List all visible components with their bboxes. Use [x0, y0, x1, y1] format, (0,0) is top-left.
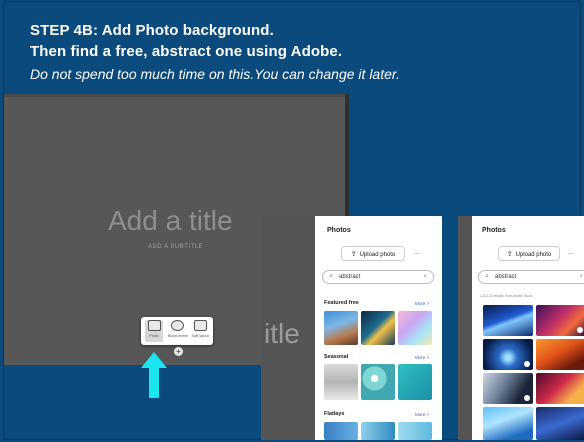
- title-placeholder-fragment: itle: [264, 318, 300, 349]
- search-value: abstract: [495, 274, 517, 280]
- section-heading-featured: Featured free: [324, 300, 359, 306]
- photo-thumbnail[interactable]: [536, 373, 584, 404]
- instruction-heading: STEP 4B: Add Photo background.: [30, 22, 274, 39]
- clear-icon[interactable]: ×: [423, 271, 427, 283]
- video-badge-icon: [524, 395, 530, 401]
- photo-thumbnail[interactable]: [483, 305, 533, 336]
- photo-thumbnail[interactable]: [361, 311, 395, 345]
- layout-icon: [193, 320, 207, 331]
- more-options-button[interactable]: ...: [414, 249, 420, 256]
- upload-label: Upload photo: [515, 252, 552, 258]
- photo-icon: [147, 320, 161, 331]
- canvas-top-edge: [4, 94, 349, 97]
- search-icon: ⌕: [485, 273, 489, 280]
- photo-thumbnail[interactable]: [324, 364, 358, 400]
- upload-icon: ⇪: [350, 251, 357, 258]
- theme-icon: [170, 320, 184, 331]
- upload-photo-button[interactable]: ⇪ Upload photo: [341, 246, 405, 261]
- search-icon: ⌕: [329, 273, 333, 280]
- video-badge-icon: [577, 327, 583, 333]
- brand-theme-button[interactable]: Brand theme: [168, 320, 189, 338]
- brand-theme-label: Brand theme: [168, 334, 189, 338]
- background-toolbar: Photo Brand theme Split layout: [141, 317, 213, 345]
- section-heading-flatlays: Flatlays: [324, 411, 345, 417]
- photo-thumbnail[interactable]: [536, 407, 584, 440]
- photo-thumbnail[interactable]: [398, 311, 432, 345]
- clear-icon[interactable]: ×: [579, 271, 583, 283]
- title-placeholder[interactable]: Add a title: [108, 205, 233, 237]
- photos-panel-results: Photos ⇪ Upload photo ... ⌕ abstract × 12…: [458, 216, 584, 440]
- panel-backdrop: [458, 216, 472, 440]
- split-layout-button[interactable]: Split layout: [191, 320, 209, 338]
- seasonal-more-link[interactable]: More >: [415, 355, 429, 360]
- instruction-note: Do not spend too much time on this.You c…: [30, 66, 400, 82]
- search-input[interactable]: ⌕ abstract ×: [478, 270, 584, 284]
- upload-photo-button[interactable]: ⇪ Upload photo: [498, 246, 560, 261]
- results-count: 123,123 results from Adobe Stock: [480, 294, 533, 298]
- search-input[interactable]: ⌕ abstract ×: [322, 270, 434, 284]
- photo-thumbnail[interactable]: [398, 422, 432, 440]
- video-badge-icon: [524, 361, 530, 367]
- photo-thumbnail[interactable]: [536, 339, 584, 370]
- photo-thumbnail[interactable]: [483, 407, 533, 440]
- panel-title: Photos: [482, 227, 506, 234]
- photo-thumbnail[interactable]: [324, 311, 358, 345]
- photo-button[interactable]: Photo: [145, 320, 163, 342]
- upload-label: Upload photo: [359, 252, 396, 258]
- photo-thumbnail[interactable]: [398, 364, 432, 400]
- photo-button-label: Photo: [149, 334, 159, 338]
- instruction-subheading: Then find a free, abstract one using Ado…: [30, 43, 343, 60]
- flatlays-more-link[interactable]: More >: [415, 412, 429, 417]
- photo-thumbnail[interactable]: [361, 364, 395, 400]
- upload-icon: ⇪: [506, 251, 513, 258]
- photo-thumbnail[interactable]: [324, 422, 358, 440]
- add-icon[interactable]: +: [174, 347, 183, 356]
- panel-title: Photos: [327, 227, 351, 234]
- photo-thumbnail[interactable]: [361, 422, 395, 440]
- section-heading-seasonal: Seasonal: [324, 354, 349, 360]
- featured-more-link[interactable]: More >: [415, 301, 429, 306]
- subtitle-placeholder[interactable]: ADD A SUBTITLE: [148, 244, 203, 250]
- pointer-arrow-icon: [141, 352, 167, 398]
- search-value: abstract: [339, 274, 361, 280]
- split-layout-label: Split layout: [191, 334, 209, 338]
- more-options-button[interactable]: ...: [568, 249, 574, 256]
